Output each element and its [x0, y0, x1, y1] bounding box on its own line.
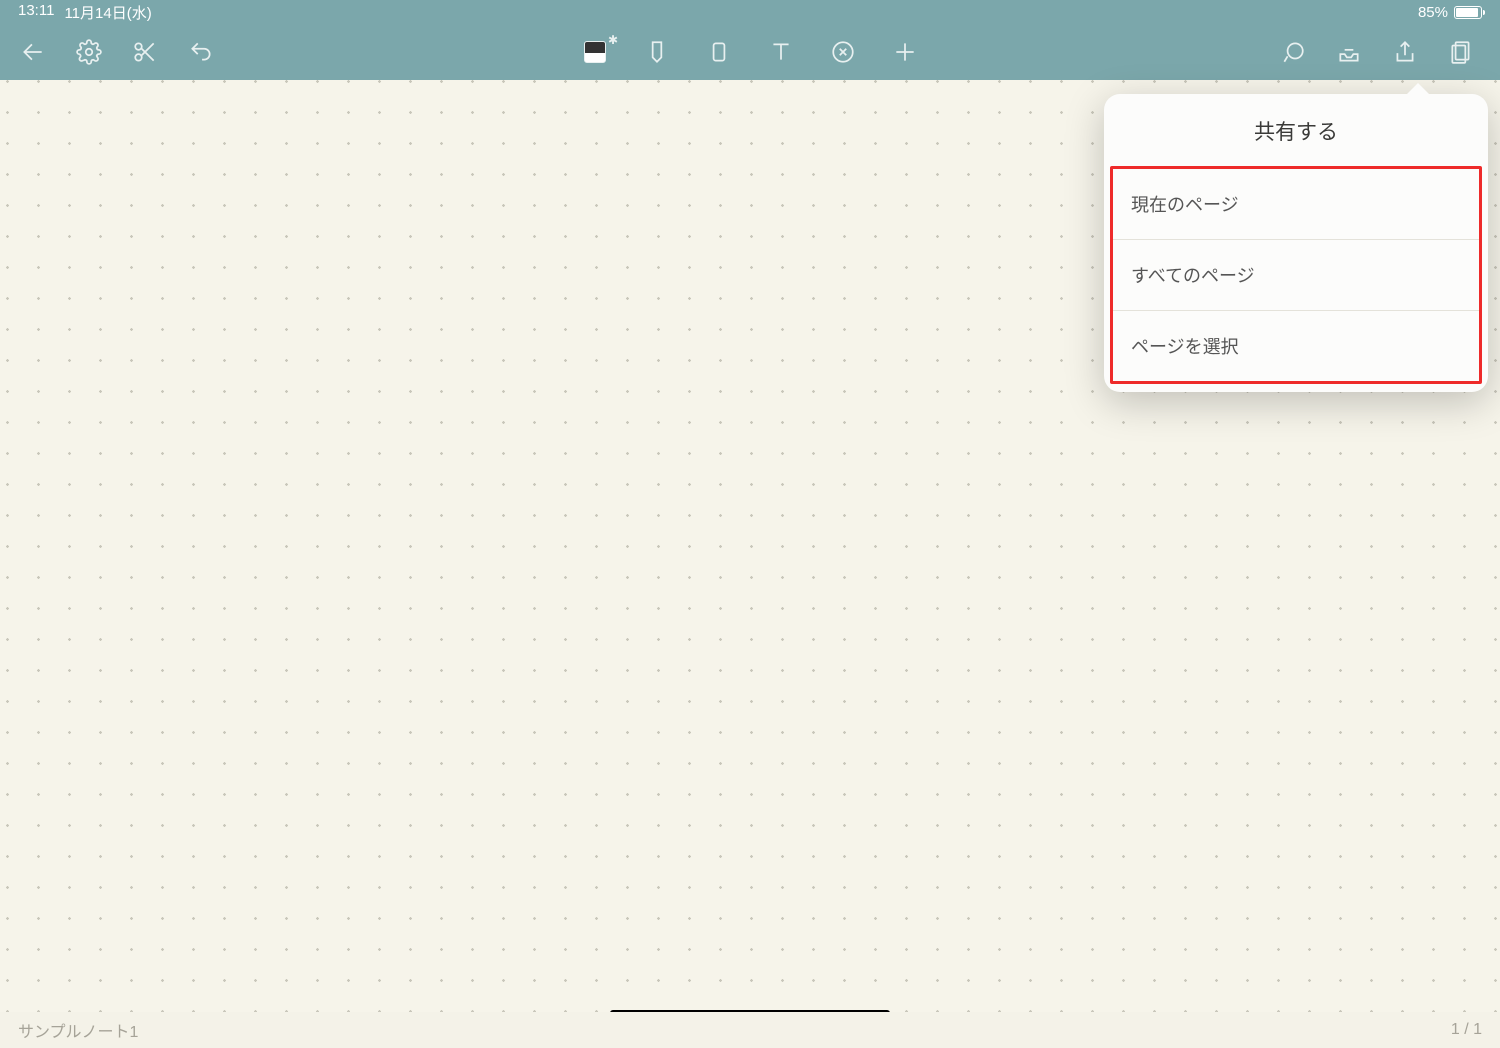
popover-title: 共有する: [1104, 94, 1488, 166]
battery-percent: 85%: [1418, 4, 1448, 21]
share-option-current-page[interactable]: 現在のページ: [1113, 169, 1479, 239]
eraser-tool-button[interactable]: [706, 39, 732, 65]
share-option-select-pages[interactable]: ページを選択: [1113, 310, 1479, 381]
scissors-button[interactable]: [132, 39, 158, 65]
settings-button[interactable]: [76, 39, 102, 65]
status-time: 13:11: [18, 2, 54, 23]
page-indicator: 1 / 1: [1451, 1021, 1482, 1039]
bottom-bar: サンプルノート1 1 / 1: [0, 1012, 1500, 1048]
undo-button[interactable]: [188, 39, 214, 65]
share-button[interactable]: [1392, 39, 1418, 65]
share-popover: 共有する 現在のページ すべてのページ ページを選択: [1104, 94, 1488, 392]
lasso-button[interactable]: [1280, 39, 1306, 65]
popover-option-list: 現在のページ すべてのページ ページを選択: [1110, 166, 1482, 384]
note-title: サンプルノート1: [18, 1018, 138, 1042]
pen-tool-button[interactable]: [644, 39, 670, 65]
pages-button[interactable]: [1448, 39, 1474, 65]
text-tool-button[interactable]: [768, 39, 794, 65]
add-button[interactable]: [892, 39, 918, 65]
back-button[interactable]: [20, 39, 46, 65]
tray-button[interactable]: [1336, 39, 1362, 65]
stylus-device-button[interactable]: ✱: [582, 39, 608, 65]
bluetooth-icon: ✱: [608, 33, 618, 47]
close-circle-button[interactable]: [830, 39, 856, 65]
share-option-all-pages[interactable]: すべてのページ: [1113, 239, 1479, 310]
status-date: 11月14日(水): [64, 2, 151, 23]
toolbar: ✱: [0, 24, 1500, 80]
status-bar: 13:11 11月14日(水) 85%: [0, 0, 1500, 24]
battery-icon: [1454, 6, 1482, 19]
